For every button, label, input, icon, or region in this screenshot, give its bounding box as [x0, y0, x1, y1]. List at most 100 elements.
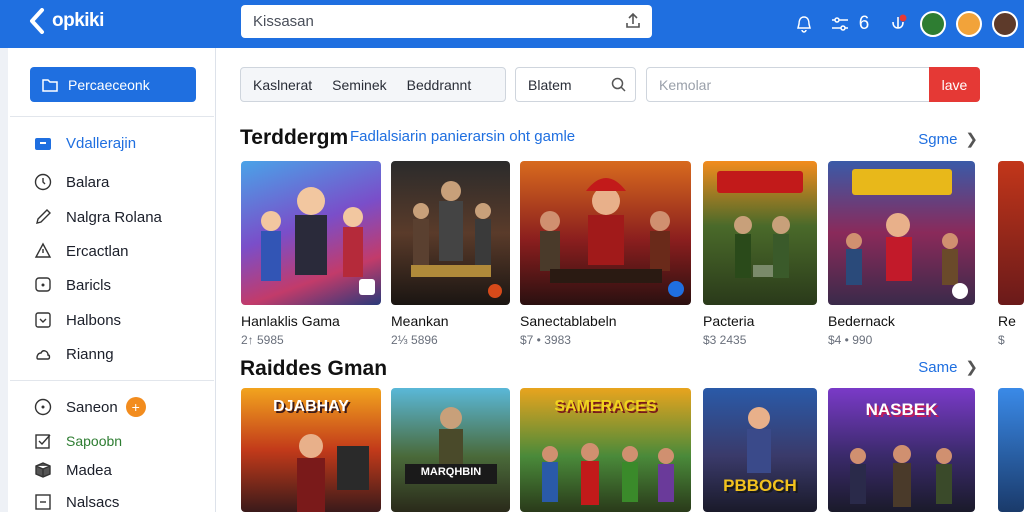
upload-icon[interactable] — [624, 12, 642, 30]
game-card[interactable] — [998, 161, 1024, 305]
pen-icon — [36, 209, 51, 224]
sidebar-item-halbons[interactable]: Halbons — [34, 311, 121, 329]
sidebar-item-label: Saneon — [66, 398, 118, 416]
sidebar-item-label: Rianng — [66, 345, 114, 363]
sidebar-item-label: Baricls — [66, 276, 112, 294]
see-more-link-2[interactable]: Same ❯ — [918, 358, 978, 377]
keyword-placeholder: Kemolar — [659, 76, 712, 93]
sidebar-item-ercactlan[interactable]: Ercactlan — [34, 242, 129, 260]
game-meta: $7 • 3983 — [520, 333, 571, 347]
sliders-icon[interactable] — [830, 14, 850, 34]
game-art — [261, 187, 375, 295]
circle-icon — [34, 398, 52, 416]
sidebar-item-madea[interactable]: Madea — [34, 461, 112, 479]
game-title[interactable]: Hanlaklis Gama — [241, 313, 340, 329]
sidebar-item-label: Halbons — [66, 311, 122, 329]
game-meta: $ — [998, 333, 1005, 347]
game-title[interactable]: Pacteria — [703, 313, 754, 329]
game-title[interactable]: Bedernack — [828, 313, 895, 329]
square-icon — [35, 494, 51, 510]
game-art — [846, 169, 968, 299]
check-square-icon — [35, 434, 51, 449]
game-meta: 2↑ 5985 — [241, 333, 284, 347]
see-more-label: Same — [918, 358, 958, 376]
sidebar-item-label: Sapoobn — [66, 433, 123, 449]
game-card[interactable] — [703, 161, 817, 305]
game-art — [540, 178, 684, 297]
see-more-label: Sgme — [918, 130, 958, 148]
game-art-title: DJABHAY — [273, 398, 349, 415]
game-art — [717, 171, 803, 278]
game-art — [411, 181, 502, 298]
game-card[interactable]: SAMERACES — [520, 388, 691, 512]
game-art-title: SAMERACES — [554, 398, 657, 415]
avatar-2[interactable] — [956, 11, 982, 37]
bell-icon[interactable] — [794, 14, 814, 34]
sidebar-item-baricls[interactable]: Baricls — [34, 276, 111, 294]
notification-icon[interactable] — [888, 14, 908, 34]
game-card[interactable]: NASBEK — [828, 388, 975, 512]
chevron-right-icon: ❯ — [965, 131, 978, 148]
sidebar-item-vdallerajin[interactable]: Vdallerajin — [34, 134, 136, 152]
top-search-value: Kissasan — [253, 13, 314, 30]
sidebar-item-label: Vdallerajin — [66, 134, 137, 152]
sidebar-item-label: Nalgra Rolana — [66, 208, 162, 226]
sidebar-item-rianng[interactable]: Rianng — [34, 345, 114, 363]
top-search-input[interactable]: Kissasan — [241, 5, 652, 38]
sidebar-item-balara[interactable]: Balara — [34, 173, 109, 191]
filter-tab-3[interactable]: Beddrannt — [407, 77, 472, 93]
plus-badge-icon[interactable]: + — [125, 397, 146, 417]
game-art — [542, 443, 674, 505]
game-card[interactable] — [828, 161, 975, 305]
filter-tab-2[interactable]: Seminek — [332, 77, 386, 93]
game-card[interactable] — [241, 161, 381, 305]
game-art — [297, 434, 369, 512]
search-icon[interactable] — [611, 77, 627, 93]
game-title[interactable]: Sanectablabeln — [520, 313, 617, 329]
section-1-title: Terddergm — [240, 126, 349, 149]
sidebar-primary-button[interactable]: Percaeceonk — [30, 67, 196, 102]
game-meta: $4 • 990 — [828, 333, 873, 347]
sidebar-item-label: Ercactlan — [66, 242, 129, 260]
game-meta: 2⅓ 5896 — [391, 333, 438, 347]
see-more-link-1[interactable]: Sgme ❯ — [918, 130, 978, 149]
game-title[interactable]: Re — [998, 313, 1016, 329]
box-icon — [35, 312, 51, 328]
logo-chevron-icon — [30, 8, 44, 34]
avatar-3[interactable] — [992, 11, 1018, 37]
filter-tab-1[interactable]: Kaslnerat — [253, 77, 312, 93]
game-card[interactable]: DJABHAY — [241, 388, 381, 512]
sidebar-item-label: Balara — [66, 173, 110, 191]
cloud-icon — [36, 350, 51, 360]
game-title[interactable]: Meankan — [391, 313, 449, 329]
sidebar-divider-mid — [10, 380, 214, 381]
game-art — [850, 445, 952, 507]
folder-open-icon — [42, 78, 58, 92]
count-badge[interactable]: 6 — [854, 13, 874, 34]
game-card[interactable] — [520, 161, 691, 305]
clock-icon — [34, 173, 52, 191]
top-toolbar: 6 — [794, 0, 1024, 48]
filter-tabs: Kaslnerat Seminek Beddrannt — [240, 67, 506, 102]
game-card[interactable]: PBBOCH — [703, 388, 817, 512]
sidebar-item-label: Nalsacs — [66, 493, 120, 511]
game-card[interactable] — [998, 388, 1024, 512]
sidebar-item-sapoobn[interactable]: Sapoobn — [34, 432, 122, 450]
section-1-subtitle[interactable]: Fadlalsiarin panierarsin oht gamle — [350, 128, 575, 145]
sidebar-divider-top — [10, 116, 214, 117]
avatar-1[interactable] — [920, 11, 946, 37]
chat-icon — [35, 277, 51, 292]
filter-search-value: Blatem — [528, 76, 572, 93]
filter-search-input[interactable]: Blatem — [515, 67, 636, 102]
app-logo[interactable]: opkiki — [28, 8, 104, 34]
cube-icon — [35, 462, 51, 478]
game-art — [405, 407, 497, 484]
folder-icon — [35, 138, 51, 150]
sidebar-item-nalgra[interactable]: Nalgra Rolana — [34, 208, 162, 226]
sidebar-item-saneon[interactable]: Saneon + — [34, 397, 146, 417]
game-card[interactable]: MARQHBIN — [391, 388, 510, 512]
sidebar-item-nalsacs[interactable]: Nalsacs — [34, 493, 119, 511]
submit-button[interactable]: lave — [929, 67, 980, 102]
game-card[interactable] — [391, 161, 510, 305]
chevron-right-icon: ❯ — [965, 359, 978, 376]
